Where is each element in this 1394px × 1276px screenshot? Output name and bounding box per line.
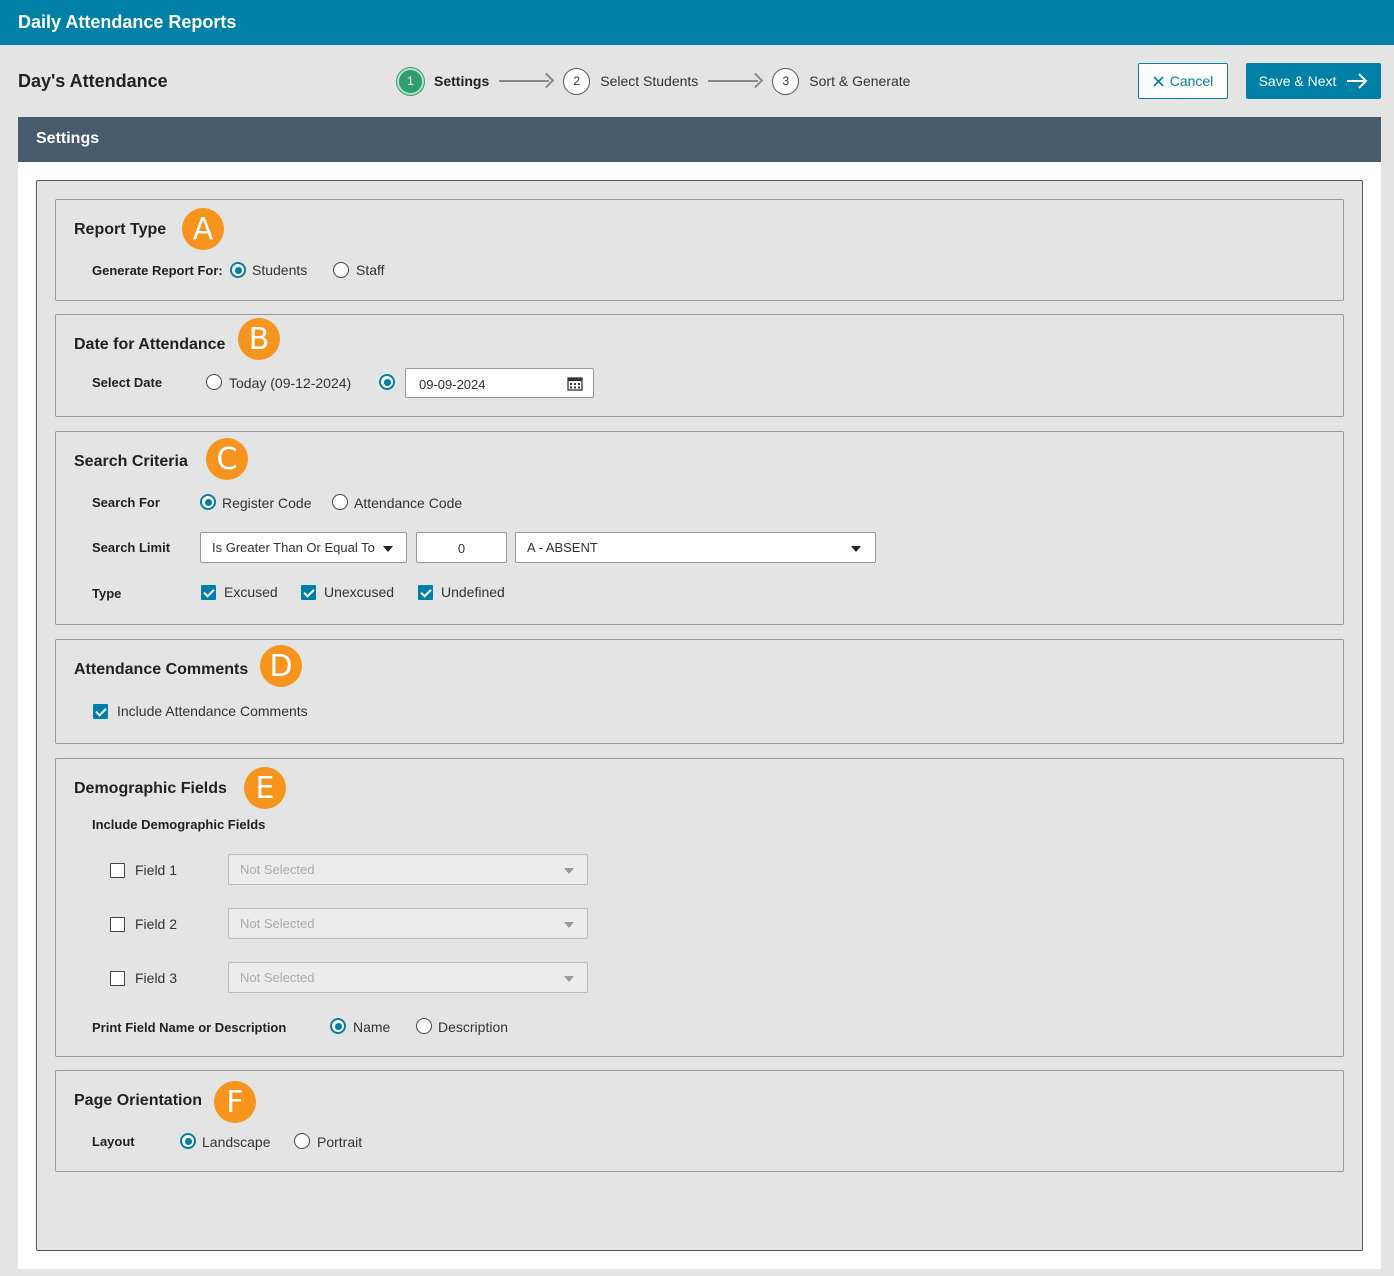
print-field-label: Print Field Name or Description (92, 1020, 287, 1035)
field-3-label[interactable]: Field 3 (135, 970, 177, 986)
print-description-label[interactable]: Description (438, 1019, 508, 1035)
section-title: Search Criteria (74, 453, 188, 470)
staff-option-label[interactable]: Staff (356, 262, 385, 278)
search-criteria-section: Search Criteria C Search For Register Co… (55, 431, 1344, 625)
settings-panel-title: Settings (36, 130, 100, 147)
portrait-radio[interactable] (294, 1133, 310, 1149)
today-option-label[interactable]: Today (09-12-2024) (229, 375, 351, 391)
limit-value-input[interactable]: 0 (416, 532, 507, 563)
students-radio[interactable] (230, 262, 246, 278)
unexcused-checkbox[interactable] (301, 585, 316, 600)
print-name-label[interactable]: Name (353, 1019, 390, 1035)
register-code-label[interactable]: Register Code (222, 495, 312, 511)
step-3-indicator[interactable]: 3 (772, 67, 800, 95)
section-badge: F (214, 1081, 256, 1123)
students-option-label[interactable]: Students (252, 262, 307, 278)
select-date-label: Select Date (92, 375, 163, 390)
include-demographic-label: Include Demographic Fields (92, 817, 266, 832)
arrow-right-icon (499, 74, 553, 88)
field-3-checkbox[interactable] (110, 971, 125, 986)
close-icon (1153, 75, 1164, 87)
save-next-button[interactable]: Save & Next (1246, 63, 1381, 99)
field-3-value: Not Selected (240, 970, 315, 985)
page-orientation-section: Page Orientation F Layout Landscape Port… (55, 1070, 1344, 1172)
chevron-down-icon (564, 976, 574, 982)
field-2-select[interactable]: Not Selected (228, 908, 588, 939)
report-type-section: Report Type A Generate Report For: Stude… (55, 199, 1344, 301)
include-comments-label[interactable]: Include Attendance Comments (117, 703, 308, 719)
cancel-label: Cancel (1169, 73, 1214, 89)
attendance-code-select[interactable]: A - ABSENT (515, 532, 876, 563)
chevron-down-icon (383, 546, 393, 552)
field-1-checkbox[interactable] (110, 863, 125, 878)
generate-report-for-label: Generate Report For: (92, 263, 223, 278)
limit-operator-select[interactable]: Is Greater Than Or Equal To (200, 532, 407, 563)
field-1-label[interactable]: Field 1 (135, 862, 177, 878)
chevron-down-icon (564, 922, 574, 928)
field-2-label[interactable]: Field 2 (135, 916, 177, 932)
attendance-code-radio[interactable] (332, 494, 348, 510)
cancel-button[interactable]: Cancel (1138, 63, 1228, 99)
step-2-label[interactable]: Select Students (600, 73, 698, 89)
section-badge: C (206, 438, 248, 480)
demographic-fields-section: Demographic Fields E Include Demographic… (55, 758, 1344, 1057)
type-label: Type (92, 586, 122, 601)
search-for-label: Search For (92, 495, 160, 510)
section-badge: B (238, 318, 280, 360)
section-title: Date for Attendance (74, 336, 226, 353)
include-comments-checkbox[interactable] (93, 704, 108, 719)
settings-panel-header: Settings (18, 117, 1381, 162)
page-title: Day's Attendance (18, 71, 168, 91)
step-1-indicator[interactable]: 1 (397, 67, 424, 95)
section-badge: D (260, 645, 302, 687)
undefined-checkbox[interactable] (418, 585, 433, 600)
custom-date-radio[interactable] (379, 374, 395, 390)
section-title: Demographic Fields (74, 780, 227, 797)
landscape-label[interactable]: Landscape (202, 1134, 271, 1150)
excused-checkbox[interactable] (201, 585, 216, 600)
excused-label[interactable]: Excused (224, 584, 278, 600)
section-badge: E (244, 767, 286, 809)
unexcused-label[interactable]: Unexcused (324, 584, 394, 600)
limit-value: 0 (457, 541, 466, 556)
chevron-down-icon (851, 546, 861, 552)
today-radio[interactable] (206, 374, 222, 390)
field-3-select[interactable]: Not Selected (228, 962, 588, 993)
app-header: Daily Attendance Reports (0, 0, 1394, 45)
staff-radio[interactable] (333, 262, 349, 278)
field-1-select[interactable]: Not Selected (228, 854, 588, 885)
register-code-radio[interactable] (200, 494, 216, 510)
section-badge: A (182, 208, 224, 250)
portrait-label[interactable]: Portrait (317, 1134, 362, 1150)
print-description-radio[interactable] (416, 1018, 432, 1034)
field-1-value: Not Selected (240, 862, 315, 877)
step-3-label[interactable]: Sort & Generate (809, 73, 910, 89)
layout-label: Layout (92, 1134, 135, 1149)
section-title: Attendance Comments (74, 661, 249, 678)
chevron-down-icon (564, 868, 574, 874)
wizard-stepper: 1 Settings 2 Select Students 3 Sort & Ge… (397, 67, 910, 95)
step-1-label[interactable]: Settings (434, 73, 489, 89)
arrow-right-icon (708, 74, 762, 88)
app-title: Daily Attendance Reports (18, 12, 237, 32)
limit-operator-value: Is Greater Than Or Equal To (212, 540, 375, 555)
save-next-label: Save & Next (1258, 73, 1337, 89)
attendance-comments-section: Attendance Comments D Include Attendance… (55, 639, 1344, 744)
print-name-radio[interactable] (330, 1018, 346, 1034)
date-input[interactable]: 09-09-2024 (405, 368, 594, 398)
arrow-right-icon (1347, 73, 1368, 89)
attendance-code-value: A - ABSENT (527, 540, 598, 555)
attendance-code-label[interactable]: Attendance Code (354, 495, 462, 511)
date-value: 09-09-2024 (419, 377, 486, 392)
undefined-label[interactable]: Undefined (441, 584, 505, 600)
field-2-checkbox[interactable] (110, 917, 125, 932)
field-2-value: Not Selected (240, 916, 315, 931)
search-limit-label: Search Limit (92, 540, 171, 555)
step-2-indicator[interactable]: 2 (563, 67, 591, 95)
landscape-radio[interactable] (180, 1133, 196, 1149)
section-title: Page Orientation (74, 1092, 203, 1109)
calendar-icon[interactable] (567, 376, 583, 391)
section-title: Report Type (74, 221, 167, 238)
date-section: Date for Attendance B Select Date Today … (55, 314, 1344, 417)
